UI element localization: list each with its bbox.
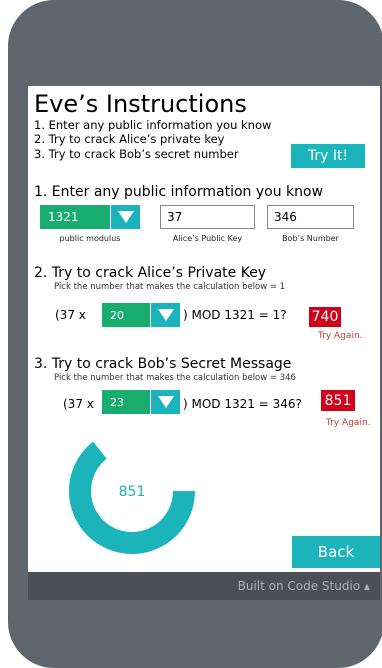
modulus-value: 1321	[48, 210, 79, 224]
section-2-subtitle: Pick the number that makes the calculati…	[54, 282, 286, 292]
footer-bar[interactable]: Built on Code Studio ▴	[28, 572, 380, 600]
bob-number-label: Bob’s Number	[282, 234, 339, 243]
instruction-step-2: 2. Try to crack Alice’s private key	[34, 132, 225, 146]
section-2-suffix: ) MOD 1321 = 1?	[183, 308, 287, 322]
section-3-suffix: ) MOD 1321 = 346?	[183, 397, 302, 411]
alice-public-key-label: Alice’s Public Key	[172, 234, 243, 243]
page-title: Eve’s Instructions	[34, 90, 247, 118]
alice-public-key-input[interactable]: 37	[160, 205, 255, 229]
result-gauge: 851	[69, 441, 195, 554]
section-2-prefix: (37 x	[55, 308, 86, 322]
section-3-prefix: (37 x	[63, 397, 94, 411]
bob-secret-dropdown[interactable]: 23	[102, 390, 180, 414]
section-2-result: 740	[309, 307, 341, 327]
try-it-button[interactable]: Try It!	[291, 144, 365, 168]
bob-secret-value: 23	[110, 395, 124, 409]
section-1-title: 1. Enter any public information you know	[34, 184, 324, 200]
app-screen: Eve’s Instructions 1. Enter any public i…	[28, 86, 380, 572]
alice-private-key-value: 20	[110, 308, 124, 322]
chevron-down-icon	[110, 205, 140, 229]
section-2-title: 2. Try to crack Alice’s Private Key	[34, 265, 267, 281]
modulus-dropdown[interactable]: 1321	[40, 205, 140, 229]
chevron-down-icon	[150, 390, 180, 414]
modulus-label: public modulus	[59, 234, 121, 243]
section-3-title: 3. Try to crack Bob’s Secret Message	[34, 356, 292, 372]
instruction-step-3: 3. Try to crack Bob’s secret number	[34, 147, 239, 161]
section-3-subtitle: Pick the number that makes the calculati…	[54, 373, 296, 383]
alice-private-key-dropdown[interactable]: 20	[102, 303, 180, 327]
section-3-result: 851	[321, 390, 355, 411]
instruction-step-1: 1. Enter any public information you know	[34, 118, 272, 132]
section-3-feedback: Try Again.	[326, 418, 371, 428]
chevron-down-icon	[150, 303, 180, 327]
section-2-feedback: Try Again.	[318, 331, 363, 341]
back-button[interactable]: Back	[292, 536, 380, 568]
bob-number-input[interactable]: 346	[267, 205, 354, 229]
gauge-value: 851	[119, 484, 146, 500]
